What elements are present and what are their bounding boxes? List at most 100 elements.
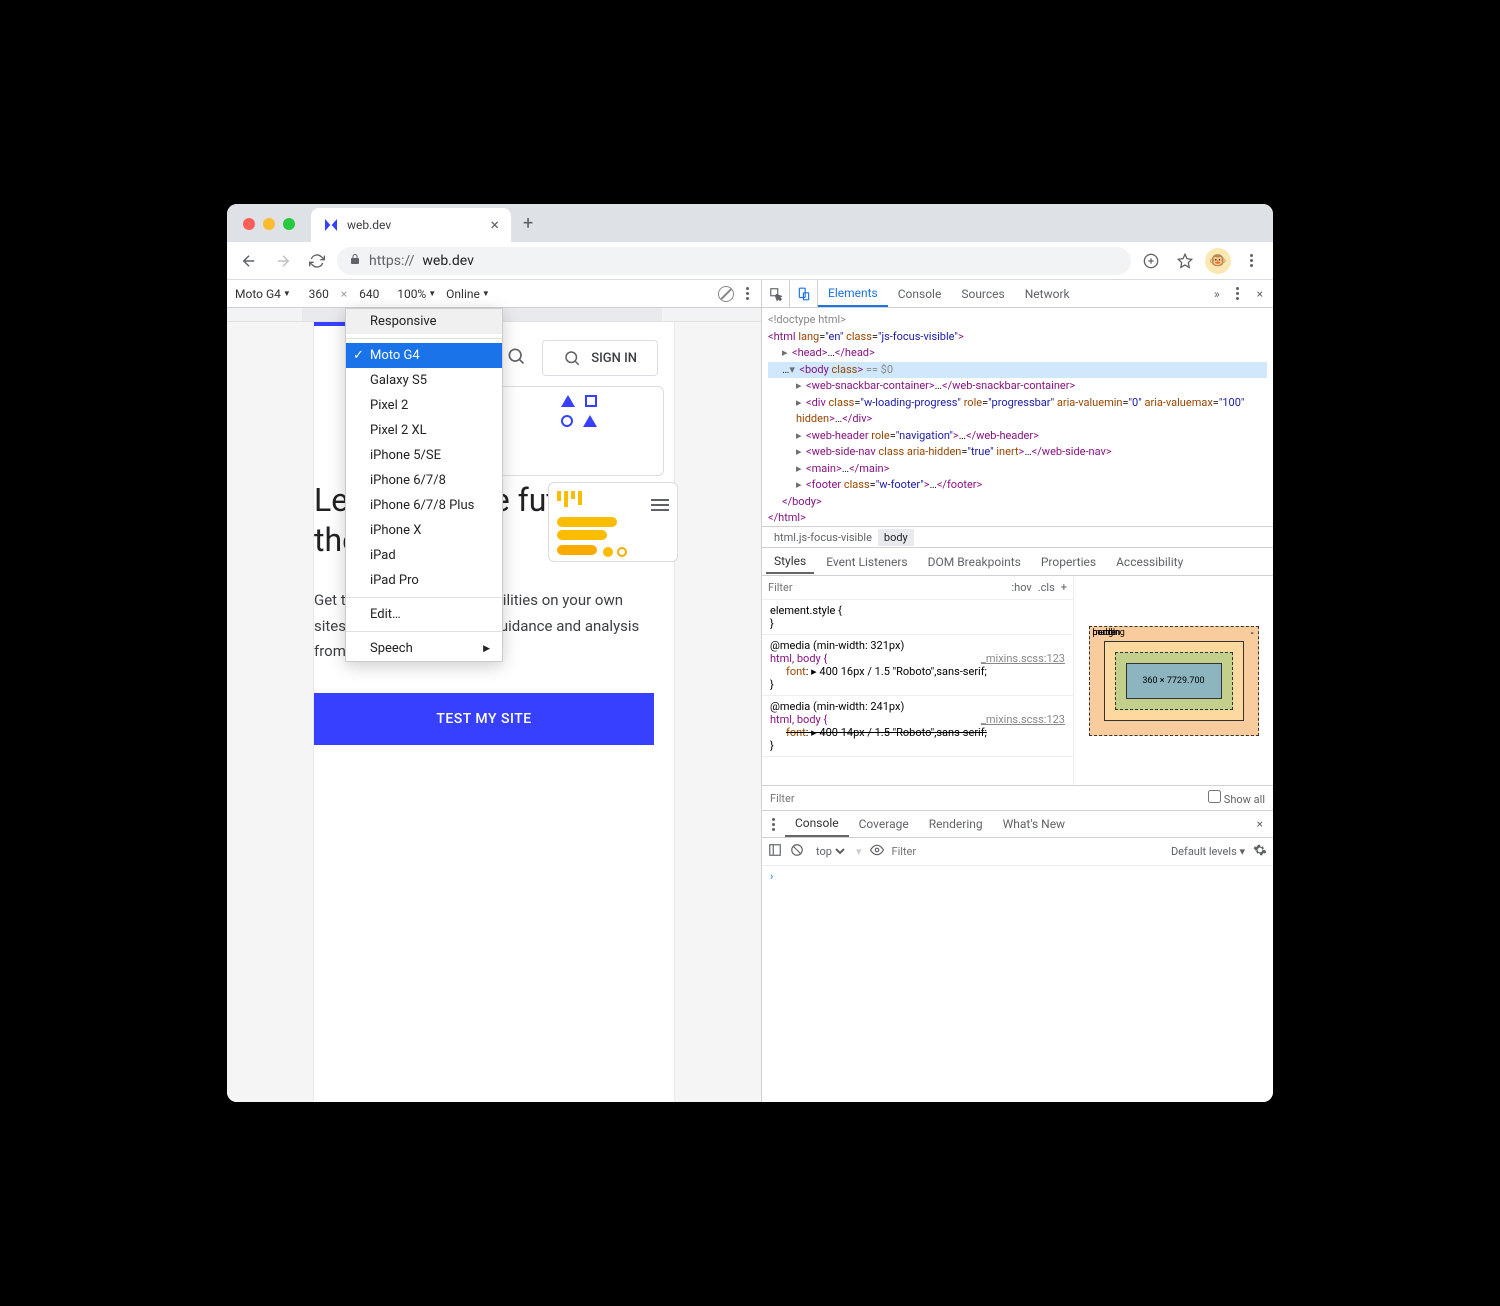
device-menu-item[interactable]: Moto G4 bbox=[346, 343, 502, 368]
tab-title: web.dev bbox=[347, 218, 391, 232]
devtools-pane: Elements Console Sources Network » × <!d… bbox=[762, 280, 1273, 1102]
search-icon[interactable] bbox=[506, 346, 526, 370]
subtab-properties[interactable]: Properties bbox=[1033, 551, 1104, 573]
dom-breadcrumb: html.js-focus-visible body bbox=[762, 526, 1273, 548]
crumb-html[interactable]: html.js-focus-visible bbox=[768, 529, 878, 546]
tab-console[interactable]: Console bbox=[888, 280, 952, 307]
hov-toggle[interactable]: :hov bbox=[1011, 581, 1031, 594]
url-host: web.dev bbox=[422, 253, 474, 269]
devtools-menu-button[interactable] bbox=[1228, 287, 1247, 300]
device-pane: Moto G4▼ 360 × 640 100%▼ Online▼ Respons… bbox=[227, 280, 762, 1102]
rotate-icon[interactable] bbox=[718, 286, 734, 302]
subtab-styles[interactable]: Styles bbox=[766, 550, 814, 574]
install-button[interactable] bbox=[1137, 247, 1165, 275]
drawer-tab-coverage[interactable]: Coverage bbox=[849, 811, 919, 837]
drawer-close-button[interactable]: × bbox=[1247, 817, 1273, 831]
console-toolbar: top ▾ Default levels ▾ bbox=[762, 838, 1273, 866]
hero-card-1 bbox=[494, 386, 664, 476]
device-dropdown[interactable]: Moto G4▼ bbox=[235, 287, 291, 301]
hero-card-2 bbox=[548, 482, 678, 562]
address-field[interactable]: https://web.dev bbox=[337, 247, 1131, 275]
device-menu-item[interactable]: iPad bbox=[346, 543, 502, 568]
drawer-tab-rendering[interactable]: Rendering bbox=[919, 811, 993, 837]
subtab-listeners[interactable]: Event Listeners bbox=[818, 551, 915, 573]
throttle-dropdown[interactable]: Online▼ bbox=[446, 287, 490, 301]
main-split: Moto G4▼ 360 × 640 100%▼ Online▼ Respons… bbox=[227, 280, 1273, 1102]
clear-console-button[interactable] bbox=[790, 843, 804, 860]
device-menu-button[interactable] bbox=[742, 283, 753, 304]
zoom-dropdown[interactable]: 100%▼ bbox=[397, 287, 436, 301]
dimensions: 360 × 640 bbox=[301, 287, 387, 301]
styles-filter-bar: :hov .cls + bbox=[762, 576, 1073, 600]
dom-selected-line[interactable]: …▾<body class> == $0 bbox=[768, 362, 1267, 379]
close-window-button[interactable] bbox=[243, 218, 255, 230]
width-input[interactable]: 360 bbox=[301, 287, 337, 301]
live-expr-button[interactable] bbox=[870, 843, 884, 860]
devtools-close-button[interactable]: × bbox=[1247, 287, 1273, 301]
device-menu-item[interactable]: Pixel 2 bbox=[346, 393, 502, 418]
subtab-accessibility[interactable]: Accessibility bbox=[1108, 551, 1191, 573]
titlebar: web.dev × + bbox=[227, 204, 1273, 242]
minimize-window-button[interactable] bbox=[263, 218, 275, 230]
dom-line: <!doctype html> bbox=[768, 312, 1267, 329]
devtools-tabs: Elements Console Sources Network » × bbox=[762, 280, 1273, 308]
crumb-body[interactable]: body bbox=[878, 529, 914, 546]
bookmark-button[interactable] bbox=[1171, 247, 1199, 275]
styles-tabs: Styles Event Listeners DOM Breakpoints P… bbox=[762, 548, 1273, 576]
inspect-button[interactable] bbox=[762, 280, 790, 307]
console-sidebar-toggle[interactable] bbox=[768, 843, 782, 860]
console-settings-button[interactable] bbox=[1253, 843, 1267, 860]
styles-filter-input[interactable] bbox=[768, 581, 1011, 594]
add-rule-button[interactable]: + bbox=[1061, 581, 1067, 594]
maximize-window-button[interactable] bbox=[283, 218, 295, 230]
profile-avatar[interactable]: 🐵 bbox=[1205, 248, 1231, 274]
tab-close-icon[interactable]: × bbox=[490, 217, 499, 233]
device-menu-item[interactable]: Galaxy S5 bbox=[346, 368, 502, 393]
back-button[interactable] bbox=[235, 247, 263, 275]
computed-filter-input[interactable] bbox=[770, 792, 1200, 805]
device-menu-item[interactable]: iPhone 6/7/8 Plus bbox=[346, 493, 502, 518]
more-tabs-icon[interactable]: » bbox=[1206, 287, 1228, 301]
show-all-checkbox[interactable]: Show all bbox=[1208, 790, 1265, 806]
browser-tab[interactable]: web.dev × bbox=[311, 208, 511, 242]
tab-sources[interactable]: Sources bbox=[951, 280, 1014, 307]
computed-filter-bar: Show all bbox=[762, 786, 1273, 810]
device-toggle-button[interactable] bbox=[790, 280, 818, 307]
console-output[interactable]: › bbox=[762, 866, 1273, 1102]
device-menu-item[interactable]: iPhone 6/7/8 bbox=[346, 468, 502, 493]
subtab-breakpoints[interactable]: DOM Breakpoints bbox=[920, 551, 1029, 573]
styles-list[interactable]: :hov .cls + element.style {} @media (min… bbox=[762, 576, 1073, 785]
console-prompt: › bbox=[770, 870, 773, 883]
log-levels-dropdown[interactable]: Default levels bbox=[1171, 845, 1237, 858]
lock-icon bbox=[349, 253, 361, 269]
drawer-menu-button[interactable] bbox=[762, 818, 785, 831]
dimension-x: × bbox=[341, 287, 347, 301]
tab-elements[interactable]: Elements bbox=[818, 280, 888, 307]
test-site-button[interactable]: TEST MY SITE bbox=[314, 693, 654, 745]
cls-toggle[interactable]: .cls bbox=[1038, 581, 1055, 594]
device-menu-edit[interactable]: Edit… bbox=[346, 602, 502, 627]
device-menu-speech[interactable]: Speech bbox=[346, 636, 502, 661]
device-menu: Responsive Moto G4 Galaxy S5 Pixel 2 Pix… bbox=[345, 308, 503, 662]
signin-button[interactable]: SIGN IN bbox=[542, 340, 658, 376]
device-menu-item[interactable]: Pixel 2 XL bbox=[346, 418, 502, 443]
drawer-tabs: Console Coverage Rendering What's New × bbox=[762, 810, 1273, 838]
menu-button[interactable] bbox=[1237, 247, 1265, 275]
drawer-tab-console[interactable]: Console bbox=[785, 811, 849, 837]
favicon-icon bbox=[323, 217, 339, 233]
box-model-content: 360 × 7729.700 bbox=[1126, 663, 1222, 699]
reload-button[interactable] bbox=[303, 247, 331, 275]
device-menu-responsive[interactable]: Responsive bbox=[346, 309, 502, 334]
forward-button[interactable] bbox=[269, 247, 297, 275]
device-menu-item[interactable]: iPad Pro bbox=[346, 568, 502, 593]
dom-tree[interactable]: <!doctype html> <html lang="en" class="j… bbox=[762, 308, 1273, 526]
tab-network[interactable]: Network bbox=[1015, 280, 1080, 307]
device-toolbar: Moto G4▼ 360 × 640 100%▼ Online▼ bbox=[227, 280, 761, 308]
console-filter-input[interactable] bbox=[892, 845, 1032, 858]
drawer-tab-whatsnew[interactable]: What's New bbox=[993, 811, 1075, 837]
context-select[interactable]: top bbox=[812, 844, 848, 859]
device-menu-item[interactable]: iPhone X bbox=[346, 518, 502, 543]
height-input[interactable]: 640 bbox=[351, 287, 387, 301]
device-menu-item[interactable]: iPhone 5/SE bbox=[346, 443, 502, 468]
new-tab-button[interactable]: + bbox=[511, 213, 545, 242]
